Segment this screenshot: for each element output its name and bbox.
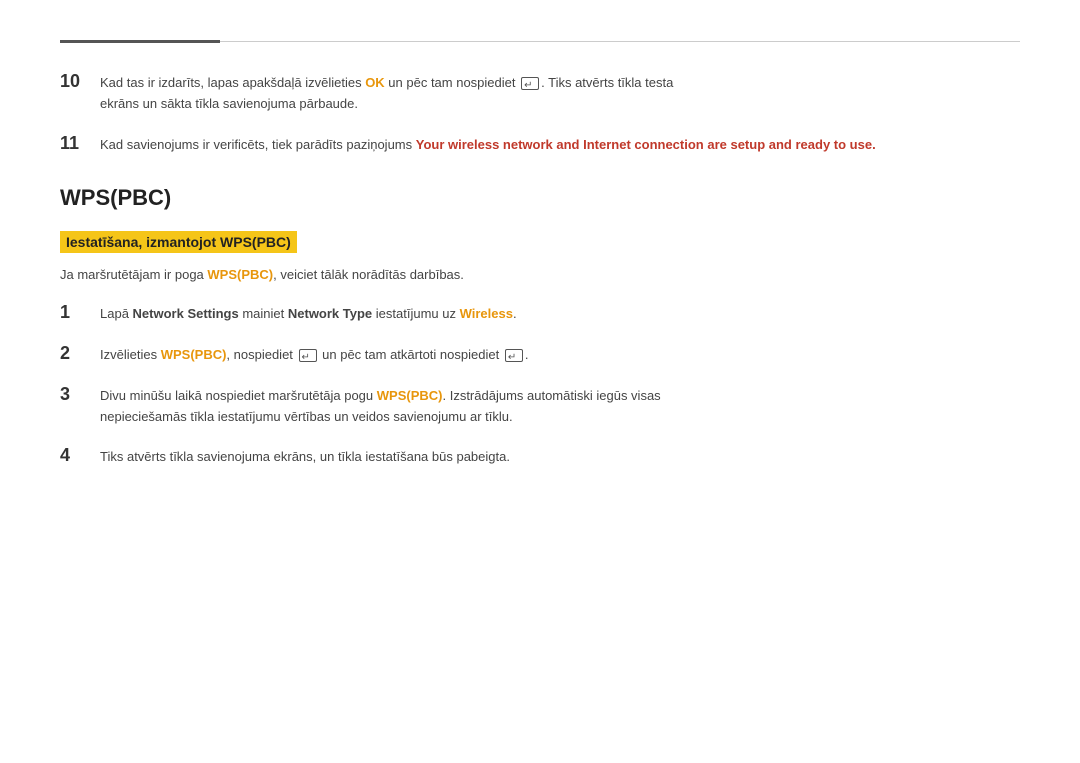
- divider-right: [220, 41, 1020, 42]
- enter-icon-3: [505, 349, 523, 362]
- section-10-ok: OK: [365, 75, 385, 90]
- wps-pbc-title: WPS(PBC): [60, 185, 1020, 211]
- step2-wps-pbc: WPS(PBC): [161, 347, 227, 362]
- step-number-1: 1: [60, 302, 100, 323]
- step3-text-before: Divu minūšu laikā nospiediet maršrutētāj…: [100, 388, 377, 403]
- step-number-4: 4: [60, 445, 100, 466]
- intro-text: Ja maršrutētājam ir poga WPS(PBC), veici…: [60, 265, 1020, 286]
- step2-text-before: Izvēlieties: [100, 347, 161, 362]
- section-10-text-icon1: . Tiks atvērts tīkla testa: [541, 75, 673, 90]
- step-1-content: Lapā Network Settings mainiet Network Ty…: [100, 304, 1020, 325]
- step3-text-after: . Izstrādājums automātiski iegūs visas: [442, 388, 660, 403]
- section-10-text-after-ok: un pēc tam nospiediet: [385, 75, 516, 90]
- section-10: 10 Kad tas ir izdarīts, lapas apakšdaļā …: [60, 73, 1020, 115]
- subsection-title: Iestatīšana, izmantojot WPS(PBC): [60, 231, 1020, 265]
- section-10-text-before: Kad tas ir izdarīts, lapas apakšdaļā izv…: [100, 75, 365, 90]
- step-number-3: 3: [60, 384, 100, 405]
- section-11: 11 Kad savienojums ir verificēts, tiek p…: [60, 135, 1020, 156]
- header-divider: [60, 40, 1020, 43]
- section-11-highlight: Your wireless network and Internet conne…: [416, 137, 876, 152]
- step1-network-settings: Network Settings: [133, 306, 239, 321]
- step-4: 4 Tiks atvērts tīkla savienojuma ekrāns,…: [60, 447, 1020, 468]
- step-4-content: Tiks atvērts tīkla savienojuma ekrāns, u…: [100, 447, 1020, 468]
- section-number-10: 10: [60, 71, 100, 92]
- step1-text-after: .: [513, 306, 517, 321]
- page-container: 10 Kad tas ir izdarīts, lapas apakšdaļā …: [0, 0, 1080, 548]
- step1-text-middle: mainiet: [239, 306, 288, 321]
- section-11-text-before: Kad savienojums ir verificēts, tiek parā…: [100, 137, 416, 152]
- subsection-title-text: Iestatīšana, izmantojot WPS(PBC): [60, 231, 297, 253]
- section-number-11: 11: [60, 133, 100, 154]
- divider-left: [60, 40, 220, 43]
- step3-line2: nepieciešamās tīkla iestatījumu vērtības…: [100, 409, 513, 424]
- step1-network-type: Network Type: [288, 306, 372, 321]
- step-2-content: Izvēlieties WPS(PBC), nospiediet un pēc …: [100, 345, 1020, 366]
- step2-text-after-icon1: un pēc tam atkārtoti nospiediet: [319, 347, 503, 362]
- step1-wireless: Wireless: [460, 306, 513, 321]
- step1-text-before: Lapā: [100, 306, 133, 321]
- step1-text-before-wireless: iestatījumu uz: [372, 306, 459, 321]
- section-10-content: Kad tas ir izdarīts, lapas apakšdaļā izv…: [100, 73, 1020, 115]
- enter-icon-1: [521, 77, 539, 90]
- step-number-2: 2: [60, 343, 100, 364]
- intro-wps-pbc: WPS(PBC): [207, 267, 273, 282]
- step2-text-middle: , nospiediet: [226, 347, 296, 362]
- step-2: 2 Izvēlieties WPS(PBC), nospiediet un pē…: [60, 345, 1020, 366]
- enter-icon-2: [299, 349, 317, 362]
- step2-text-end: .: [525, 347, 529, 362]
- step-3: 3 Divu minūšu laikā nospiediet maršrutēt…: [60, 386, 1020, 428]
- step-3-content: Divu minūšu laikā nospiediet maršrutētāj…: [100, 386, 1020, 428]
- section-11-content: Kad savienojums ir verificēts, tiek parā…: [100, 135, 1020, 156]
- step3-wps-pbc: WPS(PBC): [377, 388, 443, 403]
- step-1: 1 Lapā Network Settings mainiet Network …: [60, 304, 1020, 325]
- step4-text: Tiks atvērts tīkla savienojuma ekrāns, u…: [100, 449, 510, 464]
- section-10-line2: ekrāns un sākta tīkla savienojuma pārbau…: [100, 96, 358, 111]
